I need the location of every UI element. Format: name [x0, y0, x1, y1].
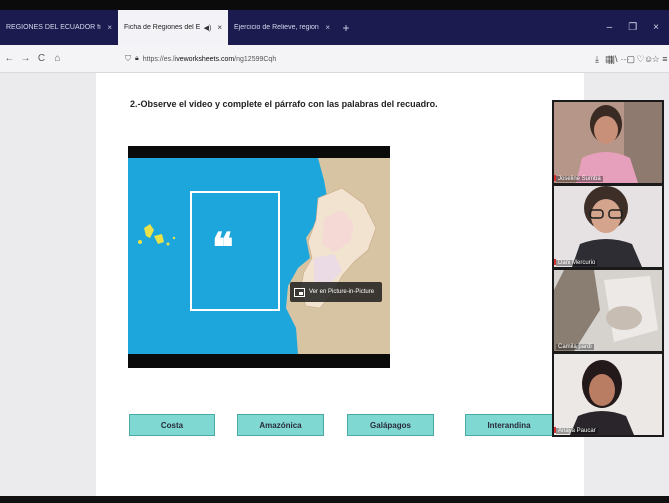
speaker-icon[interactable]: ◀) — [204, 24, 212, 32]
participant-tile[interactable]: Anaya Paucar — [554, 354, 662, 435]
participant-tile[interactable]: Dani Mercurio — [554, 186, 662, 267]
url-domain: veworksheets.com — [176, 55, 235, 63]
participant-name: Anaya Paucar — [556, 428, 598, 434]
close-icon[interactable]: × — [325, 23, 330, 32]
menu-icon[interactable]: ≡ — [662, 51, 667, 67]
pip-icon — [294, 287, 305, 297]
url-bar[interactable]: ⛉ 🔒︎ https://es.liveworksheets.com/ng125… — [125, 51, 660, 67]
tab-ejercicio-relieve[interactable]: Ejercicio de Relieve, regiones natu × — [228, 10, 336, 45]
tab-label: REGIONES DEL ECUADOR ficha — [6, 24, 101, 31]
pip-label: Ver en Picture-in-Picture — [309, 289, 375, 295]
toolbar-right: ⤓ |||\ ▢ ☺ ≡ — [595, 51, 667, 67]
forward-icon[interactable]: → — [19, 53, 32, 64]
new-tab-button[interactable]: + — [336, 10, 356, 45]
avatar — [554, 186, 662, 267]
maximize-icon[interactable]: ❐ — [628, 22, 637, 33]
navigation-bar: ← → C ⌂ ⛉ 🔒︎ https://es.liveworksheets.c… — [0, 45, 669, 73]
url-text: https://es.liveworksheets.com/ng12599Cqh — [143, 56, 276, 63]
library-icon[interactable]: |||\ — [608, 51, 618, 67]
reload-icon[interactable]: C — [35, 53, 48, 64]
participant-name: Camila pardi — [556, 344, 594, 350]
close-window-icon[interactable]: × — [653, 22, 659, 33]
instruction-text: 2.-Observe el video y complete el párraf… — [130, 99, 438, 109]
tab-label: Ficha de Regiones del Ecuador — [124, 24, 200, 31]
account-icon[interactable]: ☺ — [644, 51, 653, 67]
participant-name: Dani Mercurio — [556, 260, 598, 266]
participant-tile[interactable]: Camila pardi — [554, 270, 662, 351]
participant-panel: Joseline Sumba Dani Mercurio Camila pard… — [552, 100, 664, 437]
home-icon[interactable]: ⌂ — [51, 53, 64, 64]
window-controls: – ❐ × — [607, 10, 669, 45]
avatar — [554, 102, 662, 183]
quote-icon: ❝ — [212, 224, 234, 271]
close-icon[interactable]: × — [217, 23, 222, 32]
tab-regiones-ficha[interactable]: REGIONES DEL ECUADOR ficha × — [0, 10, 118, 45]
top-strip — [0, 0, 669, 10]
participant-tile[interactable]: Joseline Sumba — [554, 102, 662, 183]
browser-tab-bar: REGIONES DEL ECUADOR ficha × Ficha de Re… — [0, 10, 669, 45]
tab-label: Ejercicio de Relieve, regiones natu — [234, 24, 319, 31]
word-interandina[interactable]: Interandina — [465, 414, 553, 436]
tab-ficha-regiones-active[interactable]: Ficha de Regiones del Ecuador ◀) × — [118, 10, 228, 45]
screen: REGIONES DEL ECUADOR ficha × Ficha de Re… — [0, 0, 669, 503]
lock-icon[interactable]: 🔒︎ — [135, 55, 139, 63]
quote-frame — [190, 191, 280, 311]
word-galapagos[interactable]: Galápagos — [347, 414, 434, 436]
close-icon[interactable]: × — [107, 23, 112, 32]
sidebar-icon[interactable]: ▢ — [627, 51, 636, 67]
url-path: /ng12599Cqh — [234, 55, 277, 63]
video-frame: ❝ Ver en Picture-in-Picture — [128, 158, 390, 354]
word-costa[interactable]: Costa — [129, 414, 215, 436]
download-icon[interactable]: ⤓ — [595, 51, 599, 67]
avatar — [554, 270, 662, 351]
minimize-icon[interactable]: – — [607, 22, 613, 33]
picture-in-picture-button[interactable]: Ver en Picture-in-Picture — [290, 282, 382, 302]
shield-icon[interactable]: ⛉ — [125, 54, 131, 64]
video-player[interactable]: ❝ Ver en Picture-in-Picture — [128, 146, 390, 368]
participant-name: Joseline Sumba — [556, 176, 603, 182]
avatar — [554, 354, 662, 435]
back-icon[interactable]: ← — [3, 53, 16, 64]
word-amazonica[interactable]: Amazónica — [237, 414, 324, 436]
bottom-strip — [0, 496, 669, 503]
url-prefix: https://es.li — [142, 55, 177, 63]
